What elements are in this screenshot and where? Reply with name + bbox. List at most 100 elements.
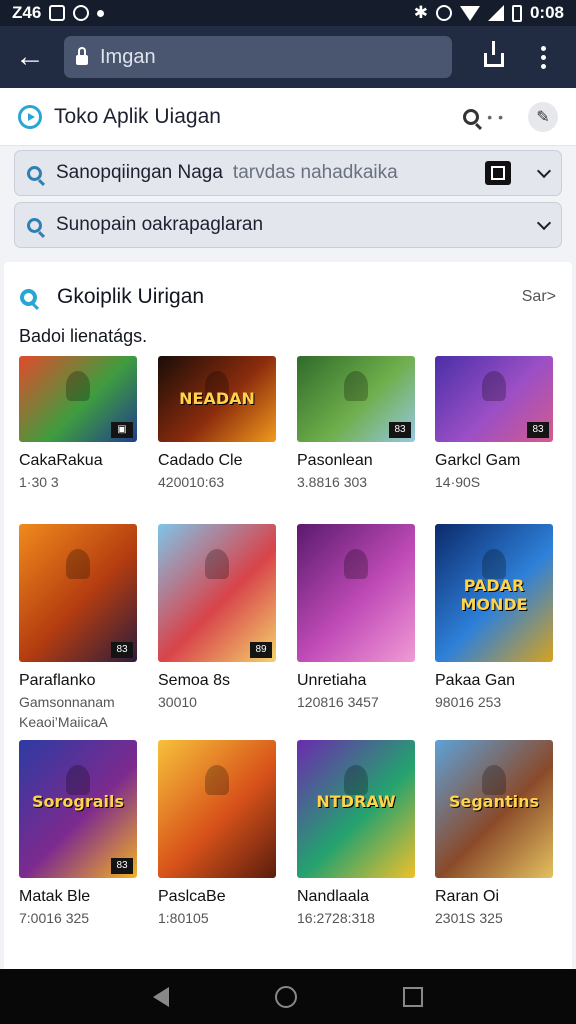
game-name: Raran Oi — [435, 888, 500, 905]
game-name: Nandlaala — [297, 888, 370, 905]
section-subtitle: Badoi lienatágs. — [19, 326, 148, 346]
address-bar[interactable]: Imgan — [64, 36, 452, 78]
game-thumbnail-title: NEADAN — [179, 388, 255, 408]
hotspot-icon — [435, 5, 452, 21]
game-thumbnail[interactable]: Sorograils 83 — [19, 740, 137, 878]
game-name: PaslcaBe — [158, 888, 226, 905]
status-time: 0:08 — [529, 3, 564, 22]
filter-icon[interactable] — [485, 161, 511, 185]
game-thumbnail-title: PADAR MONDE — [460, 576, 528, 615]
game-meta-secondary: Keaoi’MaiicaA — [19, 714, 108, 730]
game-thumbnail[interactable]: ▣ — [19, 356, 137, 442]
game-badge: 89 — [250, 642, 272, 658]
game-character-icon — [205, 764, 230, 795]
game-tile[interactable]: NTDRAW Nandlaala 16:2728:318 — [297, 740, 415, 926]
browser-menu-button[interactable] — [528, 37, 558, 77]
game-thumbnail-title: Segantins — [448, 792, 540, 812]
game-thumbnail[interactable]: 83 — [435, 356, 553, 442]
game-thumbnail[interactable]: NTDRAW — [297, 740, 415, 878]
game-meta: 3.8816 303 — [297, 474, 368, 490]
results-card: Gkoiplik Uirigan Sar> Badoi lienatágs. ▣… — [4, 262, 572, 969]
secondary-search-text: Sunopain oakrapaglaran — [56, 214, 264, 235]
section-header: Gkoiplik Uirigan Sar> — [20, 282, 556, 312]
sync-icon — [73, 5, 90, 21]
primary-search-text: Sanopqiingan Naga — [56, 162, 223, 183]
search-icon — [463, 108, 480, 125]
app-header: Toko Aplik Uiagan • • ✎ — [0, 88, 576, 146]
chevron-down-icon[interactable] — [536, 163, 552, 178]
game-tile[interactable]: NEADAN Cadado Cle 420010:63 — [158, 356, 276, 490]
app-title: Toko Aplik Uiagan — [54, 104, 221, 128]
game-thumbnail[interactable]: 83 — [19, 524, 137, 662]
nav-recent-apps-button[interactable] — [403, 986, 423, 1007]
game-thumbnail[interactable]: Segantins — [435, 740, 553, 878]
game-character-icon — [205, 548, 230, 579]
game-character-icon — [344, 764, 369, 795]
game-name: Pasonlean — [297, 452, 373, 469]
game-thumbnail-title: NTDRAW — [316, 792, 396, 812]
game-meta: 98016 253 — [435, 694, 502, 710]
game-tile[interactable]: Unretiaha 120816 3457 — [297, 524, 415, 710]
address-text: Imgan — [100, 45, 156, 68]
game-tile[interactable]: 83 Paraflanko Gamsonnanam Keaoi’MaiicaA — [19, 524, 137, 730]
game-character-icon — [344, 548, 369, 579]
chevron-down-icon[interactable] — [536, 215, 552, 230]
game-thumbnail-title: Sorograils — [31, 792, 125, 812]
share-icon — [484, 41, 504, 67]
game-tile[interactable]: PaslcaBe 1:80105 — [158, 740, 276, 926]
search-icon — [27, 217, 42, 233]
game-name: Matak Ble — [19, 888, 91, 905]
game-badge: 83 — [527, 422, 549, 438]
game-tile[interactable]: Segantins Raran Oi 2301S 325 — [435, 740, 553, 926]
game-character-icon — [66, 764, 91, 795]
game-tile[interactable]: Sorograils 83 Matak Ble 7:0016 325 — [19, 740, 137, 926]
game-name: Paraflanko — [19, 672, 96, 689]
game-meta: 1·30 3 — [19, 474, 59, 490]
game-thumbnail[interactable]: NEADAN — [158, 356, 276, 442]
nav-back-button[interactable] — [153, 986, 169, 1007]
game-name: Cadado Cle — [158, 452, 243, 469]
notification-dot-icon — [97, 9, 105, 17]
signal-icon — [487, 5, 504, 21]
wifi-icon — [459, 5, 480, 21]
secondary-search-field[interactable]: Sunopain oakrapaglaran — [14, 202, 562, 248]
header-search-button[interactable]: • • — [463, 108, 504, 125]
status-right: ✱ 0:08 — [414, 3, 564, 23]
game-name: Garkcl Gam — [435, 452, 521, 469]
browser-toolbar: ← Imgan — [0, 26, 576, 88]
see-all-link[interactable]: Sar> — [522, 288, 556, 306]
game-thumbnail[interactable]: PADAR MONDE — [435, 524, 553, 662]
game-character-icon — [482, 548, 507, 579]
game-thumbnail[interactable]: 83 — [297, 356, 415, 442]
search-icon — [20, 288, 37, 306]
game-name: Semoa 8s — [158, 672, 231, 689]
game-meta: 420010:63 — [158, 474, 225, 490]
share-button[interactable] — [474, 37, 514, 77]
primary-search-field[interactable]: Sanopqiingan Naga tarvdas nahadkaika — [14, 150, 562, 196]
game-meta: Gamsonnanam — [19, 694, 115, 710]
game-tile[interactable]: PADAR MONDE Pakaa Gan 98016 253 — [435, 524, 553, 710]
primary-search-secondary: tarvdas nahadkaika — [232, 162, 398, 183]
game-thumbnail[interactable]: 89 — [158, 524, 276, 662]
game-tile[interactable]: 83 Garkcl Gam 14·90S — [435, 356, 553, 490]
dots-icon: • • — [487, 108, 504, 125]
status-left: Z46 — [12, 3, 105, 23]
game-tile[interactable]: ▣ CakaRakua 1·30 3 — [19, 356, 137, 490]
game-thumbnail[interactable] — [158, 740, 276, 878]
game-tile[interactable]: 89 Semoa 8s 30010 — [158, 524, 276, 710]
game-tile[interactable]: 83 Pasonlean 3.8816 303 — [297, 356, 415, 490]
search-icon — [27, 165, 42, 181]
battery-icon — [511, 4, 522, 22]
game-thumbnail[interactable] — [297, 524, 415, 662]
back-button[interactable]: ← — [10, 37, 50, 77]
status-left-text: Z46 — [12, 3, 42, 22]
store-logo-icon — [18, 104, 42, 129]
nav-home-button[interactable] — [275, 985, 297, 1008]
profile-button[interactable]: ✎ — [528, 101, 558, 132]
game-badge: 83 — [389, 422, 411, 438]
game-name: Pakaa Gan — [435, 672, 516, 689]
game-badge: ▣ — [111, 422, 133, 438]
lock-icon — [76, 47, 88, 65]
game-character-icon — [482, 371, 507, 402]
game-name: Unretiaha — [297, 672, 367, 689]
